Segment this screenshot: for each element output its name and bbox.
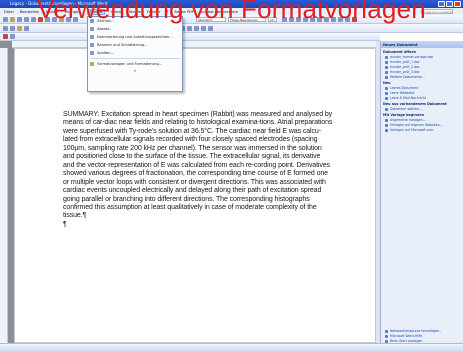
paragraph-mark: ¶ [63,220,67,228]
menu-item-bullets-numbering[interactable]: Nummerierung und Aufzählungszeichen... [88,33,182,41]
columns-menu-icon [90,51,94,55]
columns-icon[interactable] [187,26,192,31]
track-changes-icon[interactable] [3,26,8,31]
menu-separator [90,58,180,59]
menu-expand-chevron-icon[interactable]: » [88,68,182,74]
blank-document-icon [385,86,388,90]
summary-paragraph[interactable]: SUMMARY: Excitation spread in heart spec… [63,111,333,221]
status-bar [0,343,463,351]
network-icon [385,329,388,333]
task-pane-footer: Netzwerkressource hinzufügen... Microsof… [381,328,463,343]
format-menu-dropdown: Zeichen... Absatz... Nummerierung und Au… [87,16,183,92]
template-icon [385,128,388,132]
vertical-ruler[interactable] [0,48,8,343]
document-icon [385,65,388,69]
task-pane: Neues Dokument Dokument öffnen muster_fo… [380,41,463,343]
menu-item-borders-shading[interactable]: Rahmen und Schattierung... [88,41,182,49]
drawing-icon[interactable] [194,26,199,31]
slide-heading: Verwendung von Formatvorlagen [37,0,426,24]
menu-item-columns[interactable]: Spalten... [88,49,182,57]
document-icon [385,70,388,74]
tab-stop-icon[interactable] [3,34,8,39]
show-formatting-icon[interactable] [208,26,213,31]
document-body[interactable]: SUMMARY: Excitation spread in heart spec… [63,111,333,229]
comment-icon[interactable] [10,26,15,31]
zoom-icon[interactable] [201,26,206,31]
styles-icon [90,62,94,66]
reviewing-icon[interactable] [24,26,29,31]
formatting-toolbar [0,24,463,33]
paragraph-icon [90,27,94,31]
document-icon [385,60,388,64]
indent-marker-icon[interactable] [10,34,15,39]
document-icon [385,55,388,59]
help-icon [385,334,388,338]
task-pane-link[interactable]: Vorlagen auf Microsoft.com [381,127,463,132]
folder-icon [385,75,388,79]
email-icon [385,96,388,100]
list-icon [90,35,94,39]
document-icon [385,107,388,111]
web-page-icon [385,91,388,95]
menu-item-styles-formatting[interactable]: Formatvorlagen und Formatierung... [88,60,182,68]
ruler-toolbar [0,33,380,41]
borders-icon [90,43,94,47]
template-icon [385,118,388,122]
template-icon [385,123,388,127]
menu-item-paragraph[interactable]: Absatz... [88,25,182,33]
horizontal-ruler[interactable] [12,41,380,48]
task-pane-title[interactable]: Neues Dokument [381,41,463,48]
highlight-icon[interactable] [17,26,22,31]
